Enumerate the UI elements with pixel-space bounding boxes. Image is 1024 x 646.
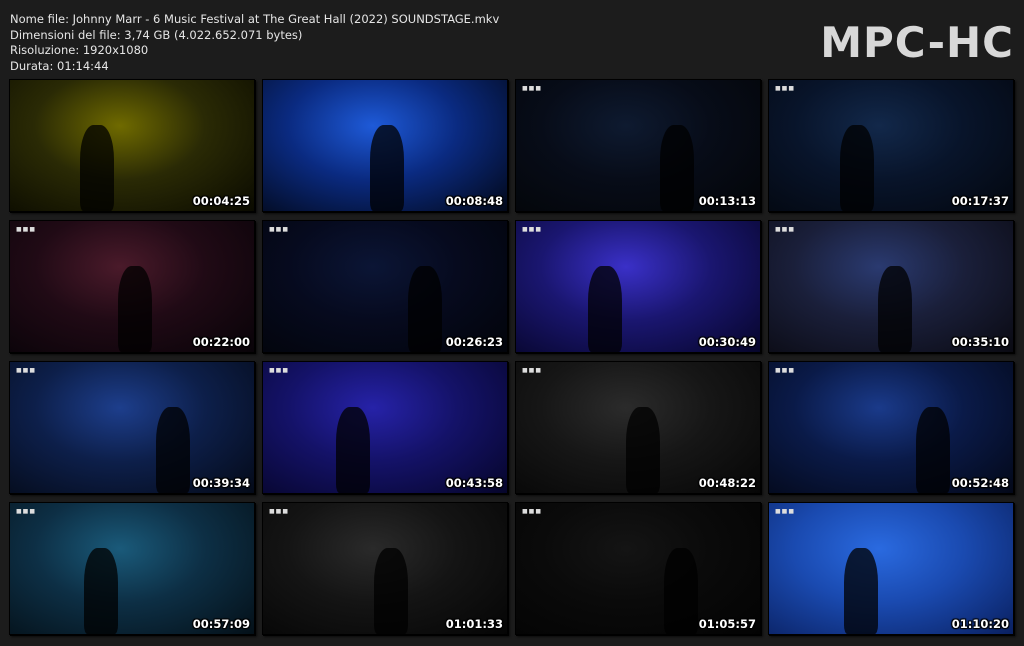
thumbnail-timecode: 00:04:25 xyxy=(192,194,250,208)
thumbnail-timecode: 00:43:58 xyxy=(445,476,503,490)
bbc-logo-icon: ■■■ xyxy=(16,508,37,515)
thumbnail-timecode: 01:05:57 xyxy=(698,617,756,631)
bbc-logo-icon: ■■■ xyxy=(269,226,290,233)
thumbnail-timecode: 00:26:23 xyxy=(445,335,503,349)
performer-silhouette xyxy=(370,125,404,211)
thumbnail-timecode: 01:10:20 xyxy=(951,617,1009,631)
bbc-logo-icon: ■■■ xyxy=(522,367,543,374)
thumbnail-timecode: 00:35:10 xyxy=(951,335,1009,349)
thumbnail-timecode: 01:01:33 xyxy=(445,617,503,631)
video-thumbnail: ■■■ 01:01:33 xyxy=(262,502,508,635)
bbc-logo-icon: ■■■ xyxy=(775,226,796,233)
video-thumbnail: ■■■ 00:52:48 xyxy=(768,361,1014,494)
thumbnail-grid: 00:04:25 00:08:48 ■■■ 00:13:13 ■■■ 00:17:37 ■■… xyxy=(0,0,1024,646)
video-thumbnail: ■■■ 00:48:22 xyxy=(515,361,761,494)
performer-silhouette xyxy=(118,266,152,352)
performer-silhouette xyxy=(588,266,622,352)
thumbnail-timecode: 00:22:00 xyxy=(192,335,250,349)
video-thumbnail: 00:08:48 xyxy=(262,79,508,212)
bbc-logo-icon: ■■■ xyxy=(16,226,37,233)
video-thumbnail: ■■■ 00:43:58 xyxy=(262,361,508,494)
bbc-logo-icon: ■■■ xyxy=(269,508,290,515)
thumbnail-timecode: 00:52:48 xyxy=(951,476,1009,490)
video-thumbnail: ■■■ 00:35:10 xyxy=(768,220,1014,353)
video-thumbnail: ■■■ 01:10:20 xyxy=(768,502,1014,635)
video-thumbnail: ■■■ 01:05:57 xyxy=(515,502,761,635)
thumbnail-timecode: 00:13:13 xyxy=(698,194,756,208)
thumbnail-timecode: 00:30:49 xyxy=(698,335,756,349)
bbc-logo-icon: ■■■ xyxy=(16,367,37,374)
performer-silhouette xyxy=(408,266,442,352)
video-thumbnail: ■■■ 00:30:49 xyxy=(515,220,761,353)
thumbnail-timecode: 00:08:48 xyxy=(445,194,503,208)
bbc-logo-icon: ■■■ xyxy=(775,508,796,515)
video-thumbnail: 00:04:25 xyxy=(9,79,255,212)
performer-silhouette xyxy=(916,407,950,493)
thumbnail-timecode: 00:57:09 xyxy=(192,617,250,631)
performer-silhouette xyxy=(374,548,408,634)
bbc-logo-icon: ■■■ xyxy=(522,508,543,515)
performer-silhouette xyxy=(840,125,874,211)
bbc-logo-icon: ■■■ xyxy=(269,367,290,374)
performer-silhouette xyxy=(84,548,118,634)
performer-silhouette xyxy=(80,125,114,211)
performer-silhouette xyxy=(660,125,694,211)
video-thumbnail: ■■■ 00:26:23 xyxy=(262,220,508,353)
video-thumbnail: ■■■ 00:13:13 xyxy=(515,79,761,212)
bbc-logo-icon: ■■■ xyxy=(775,367,796,374)
bbc-logo-icon: ■■■ xyxy=(522,226,543,233)
bbc-logo-icon: ■■■ xyxy=(775,85,796,92)
thumbnail-timecode: 00:17:37 xyxy=(951,194,1009,208)
performer-silhouette xyxy=(664,548,698,634)
video-thumbnail: ■■■ 00:57:09 xyxy=(9,502,255,635)
performer-silhouette xyxy=(626,407,660,493)
bbc-logo-icon: ■■■ xyxy=(522,85,543,92)
video-thumbnail: ■■■ 00:39:34 xyxy=(9,361,255,494)
performer-silhouette xyxy=(336,407,370,493)
video-thumbnail: ■■■ 00:22:00 xyxy=(9,220,255,353)
performer-silhouette xyxy=(156,407,190,493)
thumbnail-timecode: 00:39:34 xyxy=(192,476,250,490)
performer-silhouette xyxy=(844,548,878,634)
performer-silhouette xyxy=(878,266,912,352)
thumbnail-timecode: 00:48:22 xyxy=(698,476,756,490)
video-thumbnail: ■■■ 00:17:37 xyxy=(768,79,1014,212)
